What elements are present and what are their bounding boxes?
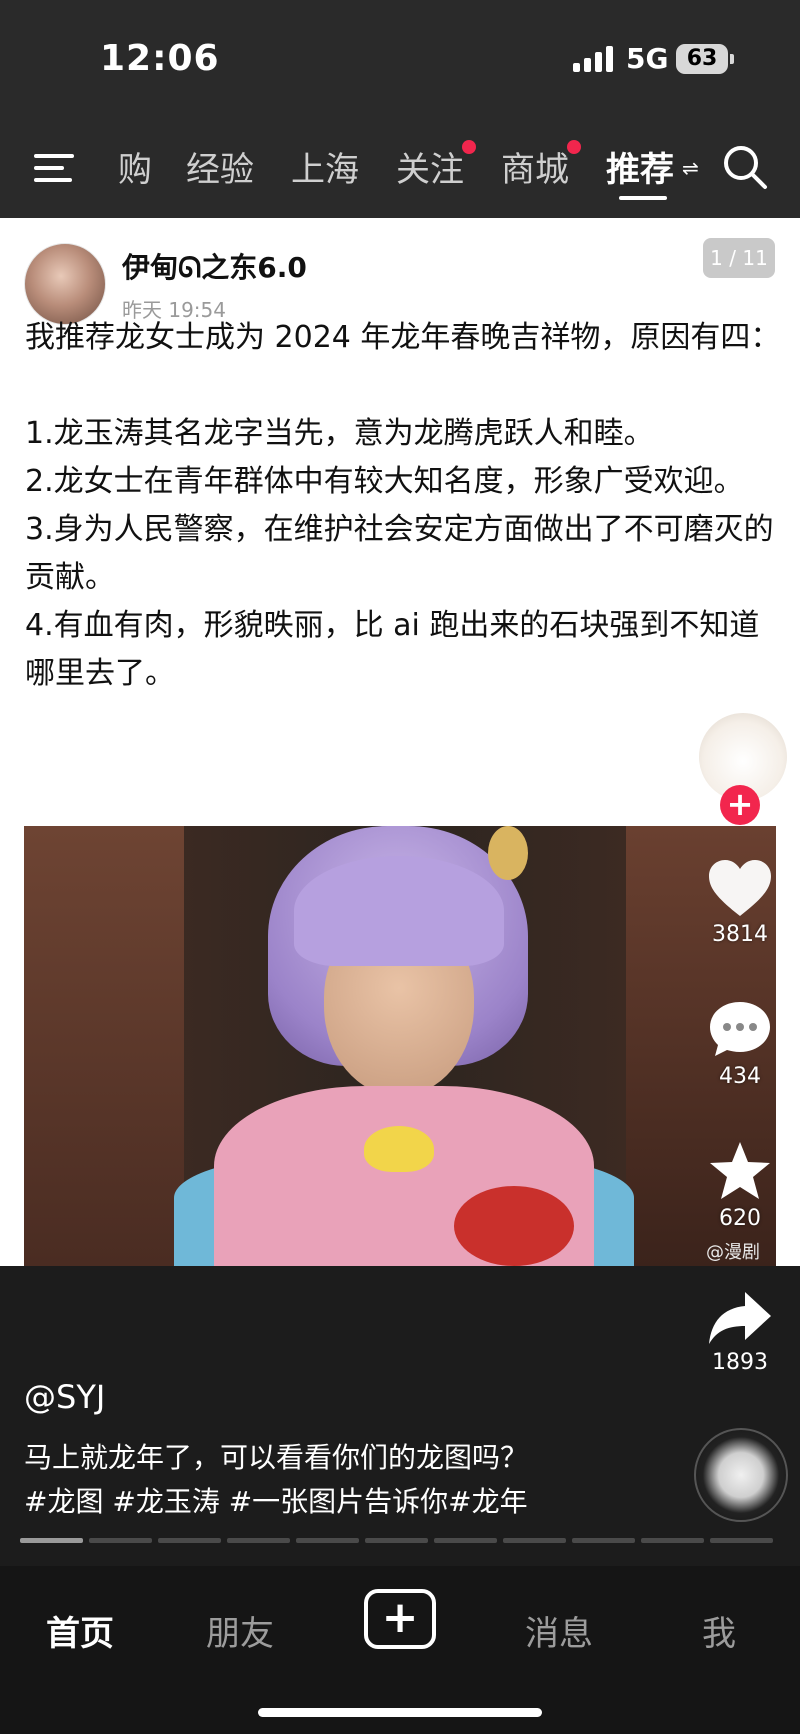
author-avatar[interactable] — [24, 243, 106, 325]
progress-segment — [296, 1538, 359, 1543]
author-name[interactable]: 伊甸ᘏ之东6.0 — [122, 246, 307, 286]
comment-icon — [710, 1002, 770, 1056]
page-indicator: 1 / 11 — [703, 238, 775, 278]
progress-segment — [365, 1538, 428, 1543]
progress-segment — [641, 1538, 704, 1543]
like-count: 3814 — [712, 922, 768, 947]
progress-segment — [434, 1538, 497, 1543]
switch-arrows-icon[interactable]: ⇌ — [682, 156, 699, 180]
tab-group-buy[interactable]: 购 — [86, 142, 152, 191]
bottom-tab-bar: 首页 朋友 + 消息 我 — [0, 1566, 800, 1734]
progress-segment — [20, 1538, 83, 1543]
search-icon[interactable] — [722, 144, 768, 190]
progress-segment — [158, 1538, 221, 1543]
video-caption: 马上就龙年了，可以看看你们的龙图吗？ #龙图 #龙玉涛 #一张图片告诉你#龙年 — [24, 1436, 584, 1524]
status-bar: 12:06 5G 63 — [0, 0, 800, 118]
favorite-count: 620 — [719, 1206, 761, 1231]
menu-icon[interactable] — [34, 152, 74, 184]
post-card[interactable]: 伊甸ᘏ之东6.0 昨天 19:54 1 / 11 我推荐龙女士成为 2024 年… — [0, 218, 800, 1266]
progress-segment — [710, 1538, 773, 1543]
post-photo[interactable] — [24, 826, 776, 1266]
create-button[interactable]: + — [364, 1589, 436, 1649]
tab-following-label: 关注 — [396, 150, 464, 190]
music-disc-icon[interactable] — [694, 1428, 788, 1522]
post-text: 我推荐龙女士成为 2024 年龙年春晚吉祥物，原因有四： 1.龙玉涛其名龙字当先… — [25, 320, 781, 691]
active-tab-indicator — [619, 196, 667, 200]
progress-segment — [89, 1538, 152, 1543]
heart-icon — [709, 860, 771, 916]
tab-mall[interactable]: 商城 — [501, 140, 581, 191]
tab-messages[interactable]: 消息 — [525, 1606, 593, 1655]
comment-count: 434 — [719, 1064, 761, 1089]
caption-text: 马上就龙年了，可以看看你们的龙图吗？ — [24, 1441, 529, 1474]
notification-dot — [462, 140, 476, 154]
favorite-button[interactable]: 620 — [700, 1140, 780, 1231]
tab-recommend[interactable]: 推荐 — [606, 142, 674, 191]
share-button[interactable]: 1893 — [700, 1290, 780, 1375]
tab-following[interactable]: 关注 — [396, 140, 476, 191]
status-time: 12:06 — [100, 38, 220, 79]
like-button[interactable]: 3814 — [700, 858, 780, 947]
progress-segment — [227, 1538, 290, 1543]
tab-shanghai[interactable]: 上海 — [291, 142, 359, 191]
tab-home[interactable]: 首页 — [46, 1606, 114, 1655]
battery-icon: 63 — [676, 44, 734, 74]
progress-segment — [503, 1538, 566, 1543]
tab-friends[interactable]: 朋友 — [206, 1606, 274, 1655]
progress-segment — [572, 1538, 635, 1543]
image-progress — [20, 1538, 780, 1544]
star-icon — [710, 1142, 770, 1199]
signal-icon — [573, 46, 619, 72]
share-count: 1893 — [712, 1350, 768, 1375]
tab-mall-label: 商城 — [501, 150, 569, 190]
follow-button[interactable]: + — [720, 785, 760, 825]
home-indicator — [258, 1708, 542, 1717]
tab-experience[interactable]: 经验 — [186, 142, 254, 191]
top-nav: 购 经验 上海 关注 商城 推荐 ⇌ — [0, 118, 800, 218]
network-type: 5G — [626, 42, 669, 75]
comment-button[interactable]: 434 — [700, 998, 780, 1089]
video-username[interactable]: @SYJ — [24, 1378, 105, 1416]
tab-me[interactable]: 我 — [702, 1606, 736, 1655]
caption-hashtags[interactable]: #龙图 #龙玉涛 #一张图片告诉你#龙年 — [24, 1480, 584, 1524]
watermark: @漫剧 — [706, 1242, 760, 1263]
notification-dot — [567, 140, 581, 154]
share-icon — [709, 1292, 771, 1344]
